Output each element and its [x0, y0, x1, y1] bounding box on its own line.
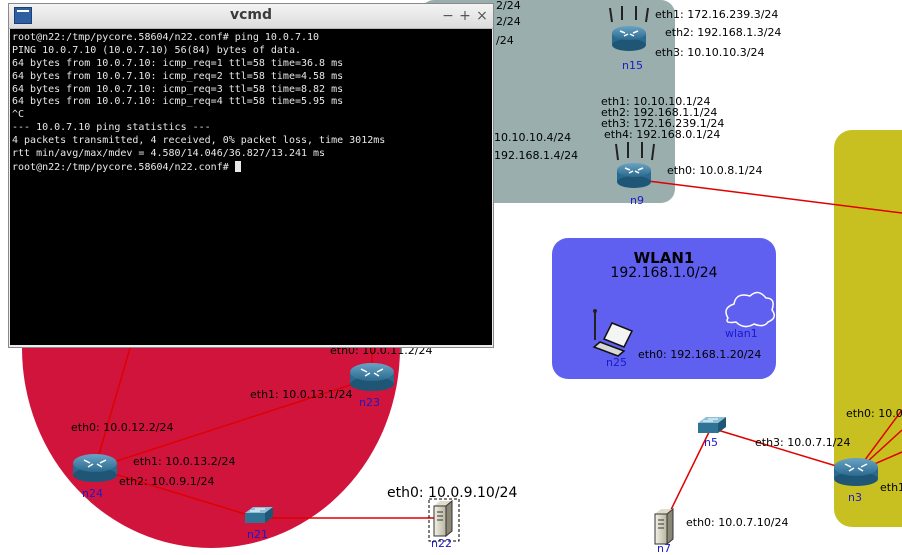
- partial-label: 2/24: [496, 15, 521, 28]
- node-label-n15[interactable]: n15: [622, 60, 643, 72]
- node-label-n5[interactable]: n5: [704, 437, 718, 449]
- terminal-line: rtt min/avg/max/mdev = 4.580/14.046/36.8…: [12, 148, 326, 160]
- node-label-n22[interactable]: n22: [431, 538, 452, 550]
- n5-eth3-label: eth3: 10.0.7.1/24: [755, 436, 851, 449]
- router-icon[interactable]: [834, 458, 878, 486]
- n24-eth0-label: eth0: 10.0.12.2/24: [71, 421, 174, 434]
- n9-eth4-label: eth4: 192.168.0.1/24: [604, 128, 721, 141]
- terminal-line: 64 bytes from 10.0.7.10: icmp_req=3 ttl=…: [12, 83, 344, 95]
- terminal-title: vcmd: [229, 7, 273, 23]
- terminal-line: 64 bytes from 10.0.7.10: icmp_req=4 ttl=…: [12, 96, 344, 108]
- router-icon[interactable]: [73, 454, 117, 482]
- terminal-line: ^C: [12, 109, 25, 121]
- n15-eth1-label: eth1: 172.16.239.3/24: [655, 8, 779, 21]
- n15-eth3-label: eth3: 10.10.10.3/24: [655, 46, 765, 59]
- terminal-line: root@n22:/tmp/pycore.58604/n22.conf# pin…: [12, 32, 320, 43]
- minimize-button[interactable]: −: [440, 7, 456, 25]
- terminal-window[interactable]: vcmd − + × root@n22:/tmp/pycore.58604/n2…: [8, 3, 494, 348]
- terminal-line: 64 bytes from 10.0.7.10: icmp_req=2 ttl=…: [12, 70, 344, 82]
- node-label-n7[interactable]: n7: [657, 543, 671, 555]
- partial-label: 10.10.10.4/24: [494, 131, 572, 144]
- node-label-n25[interactable]: n25: [606, 357, 627, 369]
- partial-label: 2/24: [496, 0, 521, 12]
- node-label-n23[interactable]: n23: [359, 397, 380, 409]
- terminal-cursor: [234, 160, 241, 172]
- node-label-n21[interactable]: n21: [247, 529, 268, 541]
- terminal-prompt-line[interactable]: root@n22:/tmp/pycore.58604/n22.conf#: [12, 160, 492, 174]
- partial-label: 192.168.1.4/24: [494, 149, 579, 162]
- node-label-n3[interactable]: n3: [848, 492, 862, 504]
- n22-eth0-label: eth0: 10.0.9.10/24: [387, 485, 518, 501]
- wlan-subnet: 192.168.1.0/24: [610, 265, 718, 281]
- n23-eth1-label: eth1: 10.0.13.1/24: [250, 388, 353, 401]
- n7-eth0-label: eth0: 10.0.7.10/24: [686, 516, 789, 529]
- n24-eth2-label: eth2: 10.0.9.1/24: [119, 475, 215, 488]
- wlan-cloud-label[interactable]: wlan1: [725, 328, 758, 340]
- terminal-titlebar[interactable]: vcmd − + ×: [9, 4, 493, 29]
- n15-eth2-label: eth2: 192.168.1.3/24: [665, 26, 782, 39]
- terminal-prompt: root@n22:/tmp/pycore.58604/n22.conf#: [12, 161, 235, 173]
- terminal-output[interactable]: root@n22:/tmp/pycore.58604/n22.conf# pin…: [10, 29, 492, 345]
- terminal-line: 64 bytes from 10.0.7.10: icmp_req=1 ttl=…: [12, 57, 344, 69]
- n9-eth0-label: eth0: 10.0.8.1/24: [667, 164, 763, 177]
- node-label-n24[interactable]: n24: [82, 488, 103, 500]
- server-icon[interactable]: [654, 507, 674, 546]
- router-icon[interactable]: [350, 363, 394, 391]
- n24-eth1-label: eth1: 10.0.13.2/24: [133, 455, 236, 468]
- terminal-line: --- 10.0.7.10 ping statistics ---: [12, 122, 211, 134]
- partial-label: /24: [496, 34, 514, 47]
- server-icon[interactable]: [433, 499, 453, 538]
- n3-eth1-label: eth1: [880, 481, 902, 494]
- close-button[interactable]: ×: [474, 7, 490, 25]
- terminal-line: PING 10.0.7.10 (10.0.7.10) 56(84) bytes …: [12, 44, 301, 56]
- maximize-button[interactable]: +: [457, 7, 473, 25]
- terminal-line: 4 packets transmitted, 4 received, 0% pa…: [12, 135, 386, 147]
- n25-eth0-label: eth0: 192.168.1.20/24: [638, 348, 762, 361]
- n3-eth0-label: eth0: 10.0: [846, 407, 902, 420]
- node-label-n9[interactable]: n9: [630, 195, 644, 207]
